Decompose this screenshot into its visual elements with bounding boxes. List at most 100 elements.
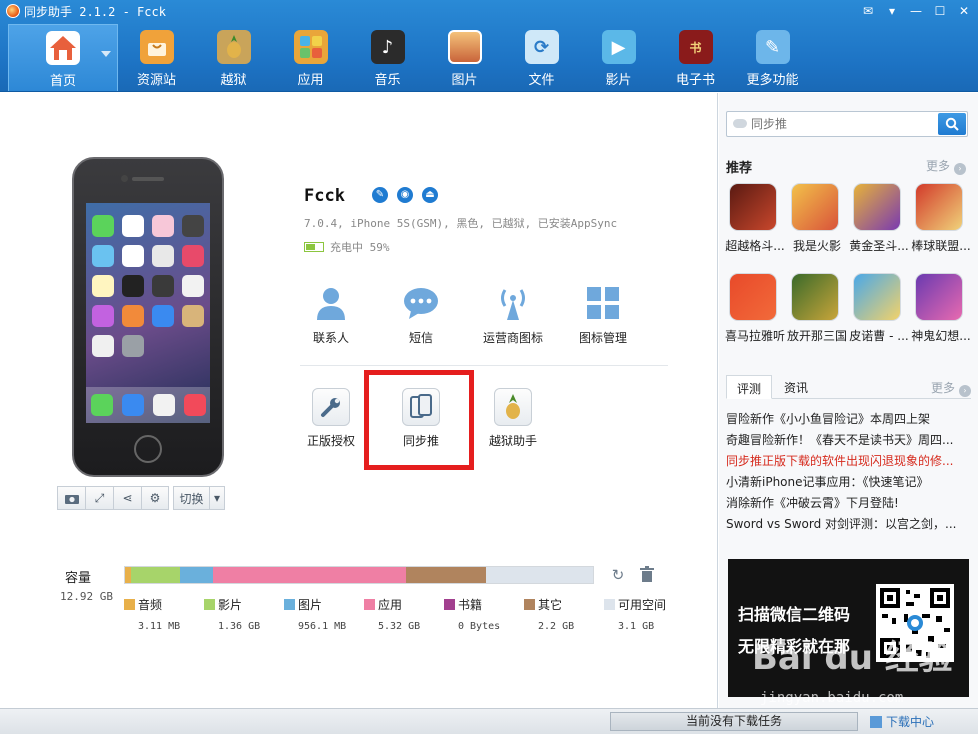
share-icon[interactable]: ⋖ <box>113 486 141 510</box>
func-carrier-icon[interactable]: 运营商图标 <box>468 283 558 346</box>
nav-item-apps[interactable]: 应用 <box>272 24 349 91</box>
news-tabs: 评测 资讯 更多 › <box>726 375 971 399</box>
func-contacts[interactable]: 联系人 <box>286 283 376 346</box>
gear-icon[interactable]: ⚙ <box>141 486 169 510</box>
nav-label: 应用 <box>297 73 324 88</box>
nav-item-home[interactable]: 首页 <box>8 24 118 91</box>
legend-value: 3.1 GB <box>618 621 655 632</box>
chevron-down-icon[interactable]: ▾ <box>209 486 225 510</box>
more-label: 更多 <box>925 159 950 173</box>
recommended-app[interactable]: 黄金圣斗... <box>848 183 909 254</box>
app-tile <box>92 245 114 267</box>
phone-app-grid <box>86 211 210 361</box>
news-item[interactable]: 冒险新作《小小鱼冒险记》本周四上架 <box>726 409 971 430</box>
search-input[interactable] <box>751 116 931 132</box>
app-name: 超越格斗... <box>725 239 785 253</box>
app-name: 神鬼幻想... <box>911 329 971 343</box>
edit-icon[interactable]: ✎ <box>372 187 388 203</box>
app-tile <box>121 394 144 416</box>
recommended-app[interactable]: 放开那三国 <box>786 273 847 344</box>
app-tile <box>90 394 113 416</box>
app-name: 棒球联盟... <box>911 239 971 253</box>
app-icon <box>791 183 839 231</box>
download-status: 当前没有下载任务 <box>610 712 858 731</box>
main-panel: ⤢ ⋖ ⚙ 切换 ▾ Fcck ✎ ◉ ⏏ 7.0.4, iPhone 5S(G… <box>0 93 718 708</box>
nav-label: 图片 <box>451 73 478 88</box>
news-item[interactable]: 奇趣冒险新作！《春天不是读书天》周四... <box>726 430 971 451</box>
download-center-link[interactable]: 下载中心 <box>870 713 934 730</box>
news-item[interactable]: 同步推正版下载的软件出现闪退现象的修... <box>726 451 971 472</box>
app-tile <box>183 394 206 416</box>
tool-genuine-auth[interactable]: 正版授权 <box>286 388 376 449</box>
recommended-app[interactable]: 喜马拉雅听 <box>724 273 785 344</box>
nav-item-videos[interactable]: ▶ 影片 <box>580 24 657 91</box>
nav-item-more[interactable]: ✎ 更多功能 <box>734 24 811 91</box>
app-name: 皮诺曹 - ... <box>849 329 909 343</box>
nav-item-resources[interactable]: 资源站 <box>118 24 195 91</box>
legend-item: 其它 2.2 GB <box>524 596 604 632</box>
app-name: 我是火影 <box>792 239 841 253</box>
switch-device-button[interactable]: 切换 <box>173 486 209 510</box>
more-label: 更多 <box>930 381 955 395</box>
app-tile <box>122 215 144 237</box>
device-toolbar: ⤢ ⋖ ⚙ 切换 ▾ <box>57 486 225 510</box>
recommended-app[interactable]: 皮诺曹 - ... <box>848 273 909 344</box>
legend-value: 0 Bytes <box>458 621 501 632</box>
func-sms[interactable]: 短信 <box>376 283 466 346</box>
app-icon <box>853 183 901 231</box>
device-toolbar-group: ⤢ ⋖ ⚙ <box>57 486 169 510</box>
nav-item-photos[interactable]: 图片 <box>426 24 503 91</box>
menu-icon[interactable]: ▾ <box>882 3 902 19</box>
func-label: 运营商图标 <box>482 331 543 345</box>
tab-news[interactable]: 资讯 <box>774 375 818 399</box>
download-center-label: 下载中心 <box>886 715 935 729</box>
nav-label: 音乐 <box>374 73 401 88</box>
func-label: 短信 <box>408 331 433 345</box>
nav-dropdown-caret-icon[interactable] <box>101 51 111 57</box>
app-tile <box>152 305 174 327</box>
phone-statusbar <box>86 203 210 211</box>
recommended-app[interactable]: 棒球联盟... <box>910 183 971 254</box>
status-bar: 当前没有下载任务 下载中心 <box>0 708 978 734</box>
refresh-icon[interactable]: ↻ <box>609 566 627 584</box>
message-icon[interactable]: ✉ <box>858 3 878 19</box>
recommend-more-link[interactable]: 更多 › <box>926 157 966 175</box>
download-icon <box>870 715 882 728</box>
watermark: Bai du 经验 <box>752 638 953 678</box>
legend-value: 2.2 GB <box>538 621 575 632</box>
func-icon-manage[interactable]: 图标管理 <box>558 283 648 346</box>
eject-icon[interactable]: ⏏ <box>422 187 438 203</box>
chevron-right-icon: › <box>959 385 971 397</box>
camera-icon[interactable] <box>57 486 85 510</box>
trash-icon[interactable] <box>638 566 656 584</box>
capacity-segment <box>406 567 486 583</box>
news-item[interactable]: 消除新作《冲破云霄》下月登陆! <box>726 493 971 514</box>
app-icon <box>729 273 777 321</box>
legend-swatch <box>604 599 615 610</box>
recommended-app[interactable]: 神鬼幻想... <box>910 273 971 344</box>
app-name: 黄金圣斗... <box>849 239 909 253</box>
eye-icon[interactable]: ◉ <box>397 187 413 203</box>
news-more-link[interactable]: 更多 › <box>931 379 971 397</box>
tool-jailbreak-helper[interactable]: 越狱助手 <box>468 388 558 449</box>
music-note-icon: ♪ <box>370 30 405 64</box>
close-icon[interactable]: ✕ <box>954 3 974 19</box>
nav-item-ebooks[interactable]: 书 电子书 <box>657 24 734 91</box>
device-name: Fcck <box>304 186 345 206</box>
search-icon[interactable] <box>938 113 966 135</box>
recommended-app[interactable]: 超越格斗... <box>724 183 785 254</box>
news-item[interactable]: 小清新iPhone记事应用：《快速笔记》 <box>726 472 971 493</box>
news-item[interactable]: Sword vs Sword 对剑评测：以宫之剑，... <box>726 514 971 535</box>
tab-review[interactable]: 评测 <box>726 375 773 399</box>
minimize-icon[interactable]: — <box>906 3 926 19</box>
legend-value: 5.32 GB <box>378 621 421 632</box>
nav-item-music[interactable]: ♪ 音乐 <box>349 24 426 91</box>
maximize-icon[interactable]: ☐ <box>930 3 950 19</box>
play-icon: ▶ <box>601 30 636 64</box>
recommended-app[interactable]: 我是火影 <box>786 183 844 254</box>
nav-item-files[interactable]: ⟳ 文件 <box>503 24 580 91</box>
nav-item-jailbreak[interactable]: 越狱 <box>195 24 272 91</box>
fullscreen-icon[interactable]: ⤢ <box>85 486 113 510</box>
func-label: 越狱助手 <box>488 434 537 448</box>
phone-speaker <box>132 177 164 181</box>
